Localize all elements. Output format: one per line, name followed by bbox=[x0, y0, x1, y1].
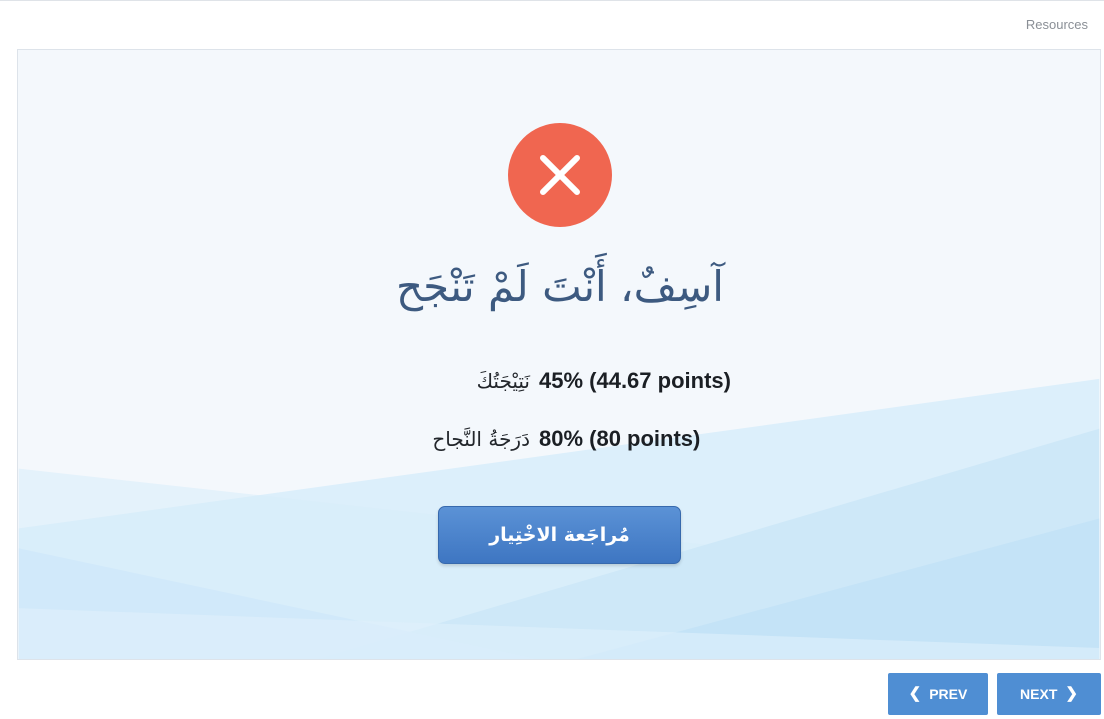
passing-score-label: دَرَجَةُ النَّجاح bbox=[432, 427, 530, 451]
score-label: نَتِيْجَتُكَ bbox=[476, 369, 530, 393]
chevron-right-icon: ❯ bbox=[1065, 685, 1078, 702]
chevron-left-icon: ❮ bbox=[908, 685, 922, 702]
passing-score-row: 80% (80 points) دَرَجَةُ النَّجاح bbox=[18, 422, 1100, 456]
prev-label: PREV bbox=[929, 686, 968, 702]
score-row: 45% (44.67 points) نَتِيْجَتُكَ bbox=[18, 364, 1100, 398]
score-value: 45% (44.67 points) bbox=[539, 368, 731, 393]
top-divider bbox=[0, 0, 1104, 1]
close-icon bbox=[540, 155, 580, 195]
passing-score-value: 80% (80 points) bbox=[539, 426, 701, 451]
review-quiz-button[interactable]: مُراجَعة الاخْتِيار bbox=[438, 506, 681, 564]
prev-button[interactable]: ❮ PREV bbox=[888, 673, 988, 715]
next-label: NEXT bbox=[1020, 686, 1058, 702]
next-button[interactable]: NEXT ❯ bbox=[997, 673, 1101, 715]
fail-badge bbox=[508, 123, 612, 227]
quiz-player: Resources آسِفٌ، أَنْتَ لَمْ تَنْجَح 45%… bbox=[0, 0, 1104, 719]
resources-link[interactable]: Resources bbox=[1026, 17, 1088, 32]
result-slide: آسِفٌ، أَنْتَ لَمْ تَنْجَح 45% (44.67 po… bbox=[17, 49, 1101, 660]
result-title: آسِفٌ، أَنْتَ لَمْ تَنْجَح bbox=[396, 262, 724, 311]
